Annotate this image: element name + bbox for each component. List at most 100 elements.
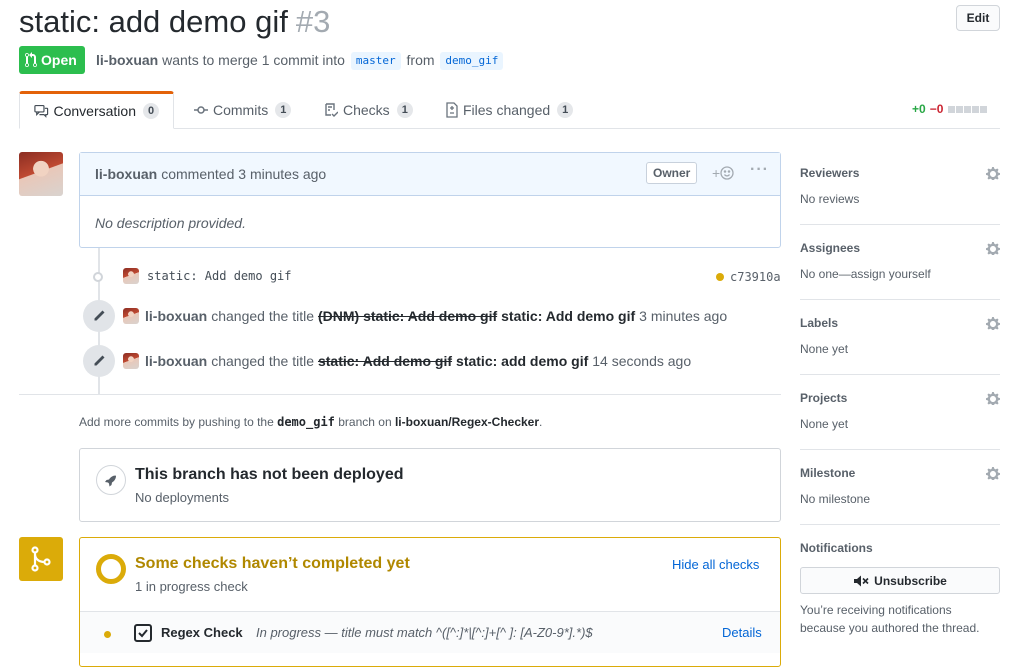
sidebar-labels: Labels None yet bbox=[800, 316, 1000, 375]
pr-number: #3 bbox=[295, 4, 331, 39]
diffstat-additions: +0 bbox=[912, 102, 926, 116]
notification-reason: You’re receiving notifications because y… bbox=[800, 603, 980, 635]
add-reaction-button[interactable]: + bbox=[712, 165, 734, 181]
gear-icon[interactable] bbox=[986, 241, 1000, 255]
pr-from-text: from bbox=[406, 52, 435, 68]
push-hint-repo[interactable]: li-boxuan/Regex-Checker bbox=[395, 415, 539, 429]
gear-icon[interactable] bbox=[986, 316, 1000, 330]
tab-counter: 1 bbox=[396, 102, 413, 118]
old-title: static: Add demo gif bbox=[317, 353, 453, 369]
comment-header: li-boxuan commented 3 minutes ago Owner … bbox=[80, 153, 780, 196]
git-pull-request-icon bbox=[25, 52, 37, 68]
sidebar-milestone-value: No milestone bbox=[800, 492, 871, 506]
commit-row: static: Add demo gif bbox=[123, 268, 292, 284]
sidebar-labels-title[interactable]: Labels bbox=[800, 316, 838, 330]
commit-author-avatar[interactable] bbox=[123, 268, 139, 284]
diffstat-block bbox=[980, 105, 988, 113]
push-hint-middle: branch on bbox=[338, 415, 392, 429]
sidebar-labels-value: None yet bbox=[800, 342, 849, 356]
check-item: Regex Check In progress — title must mat… bbox=[80, 611, 780, 653]
comment-author-link[interactable]: li-boxuan bbox=[95, 166, 157, 182]
gear-icon[interactable] bbox=[986, 166, 1000, 180]
checks-box: Some checks haven’t completed yet 1 in p… bbox=[79, 537, 781, 667]
hide-all-checks-link[interactable]: Hide all checks bbox=[672, 557, 759, 572]
diffstat: +0 −0 bbox=[912, 102, 988, 116]
event-actor-link[interactable]: li-boxuan bbox=[145, 308, 207, 324]
commit-sha[interactable]: c73910a bbox=[716, 270, 781, 284]
pr-author-link[interactable]: li-boxuan bbox=[96, 52, 158, 68]
status-pending-icon[interactable] bbox=[716, 273, 724, 281]
pr-merge-text: wants to merge 1 commit into bbox=[162, 52, 345, 68]
event-action: changed the title bbox=[211, 353, 314, 369]
git-merge-icon bbox=[19, 537, 63, 581]
sidebar-projects-value: None yet bbox=[800, 417, 849, 431]
gear-icon[interactable] bbox=[986, 391, 1000, 405]
gear-icon[interactable] bbox=[986, 466, 1000, 480]
plus-icon: + bbox=[712, 165, 721, 181]
status-pending-icon bbox=[104, 631, 111, 638]
sidebar-assignees-title[interactable]: Assignees bbox=[800, 241, 860, 255]
sidebar-assignees: Assignees No one—assign yourself bbox=[800, 241, 1000, 300]
checks-subtitle: 1 in progress check bbox=[135, 579, 248, 594]
kebab-horizontal-icon[interactable]: ··· bbox=[750, 161, 769, 179]
commit-sha-link[interactable]: c73910a bbox=[730, 270, 781, 284]
old-title: (DNM) static: Add demo gif bbox=[317, 308, 498, 324]
owner-label: Owner bbox=[646, 162, 698, 184]
event-time[interactable]: 3 minutes ago bbox=[639, 308, 727, 324]
diffstat-block bbox=[956, 105, 964, 113]
pr-title-heading: static: add demo gif #3 bbox=[19, 2, 330, 42]
checklist-icon bbox=[325, 103, 338, 117]
tab-conversation[interactable]: Conversation 0 bbox=[19, 91, 174, 129]
sidebar-assignees-value[interactable]: No one—assign yourself bbox=[800, 267, 931, 281]
sidebar-projects-title[interactable]: Projects bbox=[800, 391, 847, 405]
check-details-link[interactable]: Details bbox=[722, 625, 762, 640]
check-app-icon bbox=[134, 624, 152, 642]
deployment-subtitle: No deployments bbox=[135, 490, 229, 505]
pending-status-icon bbox=[96, 554, 126, 584]
tab-commits[interactable]: Commits 1 bbox=[180, 91, 305, 129]
unsubscribe-button[interactable]: Unsubscribe bbox=[800, 567, 1000, 594]
pr-state-label: Open bbox=[41, 52, 77, 68]
rocket-icon bbox=[96, 465, 126, 495]
tab-label: Commits bbox=[213, 102, 269, 118]
sidebar-reviewers-title[interactable]: Reviewers bbox=[800, 166, 859, 180]
event-actor-link[interactable]: li-boxuan bbox=[145, 353, 207, 369]
tab-label: Files changed bbox=[463, 102, 551, 118]
deployment-box: This branch has not been deployed No dep… bbox=[79, 448, 781, 522]
timeline-divider bbox=[19, 394, 781, 395]
author-avatar[interactable] bbox=[19, 152, 63, 196]
unsubscribe-label: Unsubscribe bbox=[874, 573, 947, 588]
pencil-icon bbox=[83, 345, 115, 377]
mute-icon bbox=[854, 575, 869, 586]
tab-counter: 1 bbox=[275, 102, 292, 118]
event-actor-avatar[interactable] bbox=[123, 308, 139, 324]
file-diff-icon bbox=[446, 102, 458, 118]
rename-event: li-boxuan changed the title static: Add … bbox=[123, 353, 691, 369]
sidebar-milestone: Milestone No milestone bbox=[800, 466, 1000, 525]
git-commit-icon bbox=[93, 272, 103, 282]
pr-meta: li-boxuan wants to merge 1 commit into m… bbox=[96, 50, 505, 70]
sidebar-milestone-title[interactable]: Milestone bbox=[800, 466, 855, 480]
edit-button[interactable]: Edit bbox=[956, 5, 1000, 31]
tab-label: Checks bbox=[343, 102, 390, 118]
check-name: Regex Check bbox=[161, 625, 243, 640]
deployment-title: This branch has not been deployed bbox=[135, 466, 404, 483]
rename-event: li-boxuan changed the title (DNM) static… bbox=[123, 308, 727, 324]
push-hint-suffix: . bbox=[539, 415, 543, 429]
tab-files-changed[interactable]: Files changed 1 bbox=[432, 91, 587, 129]
base-branch[interactable]: master bbox=[350, 52, 401, 70]
tab-checks[interactable]: Checks 1 bbox=[310, 91, 427, 129]
commit-message-link[interactable]: static: Add demo gif bbox=[147, 269, 292, 283]
push-hint: Add more commits by pushing to the demo_… bbox=[79, 415, 542, 429]
push-hint-prefix: Add more commits by pushing to the bbox=[79, 415, 274, 429]
event-actor-avatar[interactable] bbox=[123, 353, 139, 369]
event-time[interactable]: 14 seconds ago bbox=[592, 353, 691, 369]
comment-timestamp[interactable]: commented 3 minutes ago bbox=[161, 166, 326, 182]
sidebar-projects: Projects None yet bbox=[800, 391, 1000, 450]
diffstat-deletions: −0 bbox=[929, 102, 944, 116]
new-title: static: Add demo gif bbox=[501, 308, 636, 324]
tab-counter: 1 bbox=[557, 102, 574, 118]
check-description: In progress — title must match ^([^:]*|[… bbox=[256, 625, 593, 640]
git-commit-icon bbox=[194, 106, 208, 114]
head-branch[interactable]: demo_gif bbox=[440, 52, 504, 70]
